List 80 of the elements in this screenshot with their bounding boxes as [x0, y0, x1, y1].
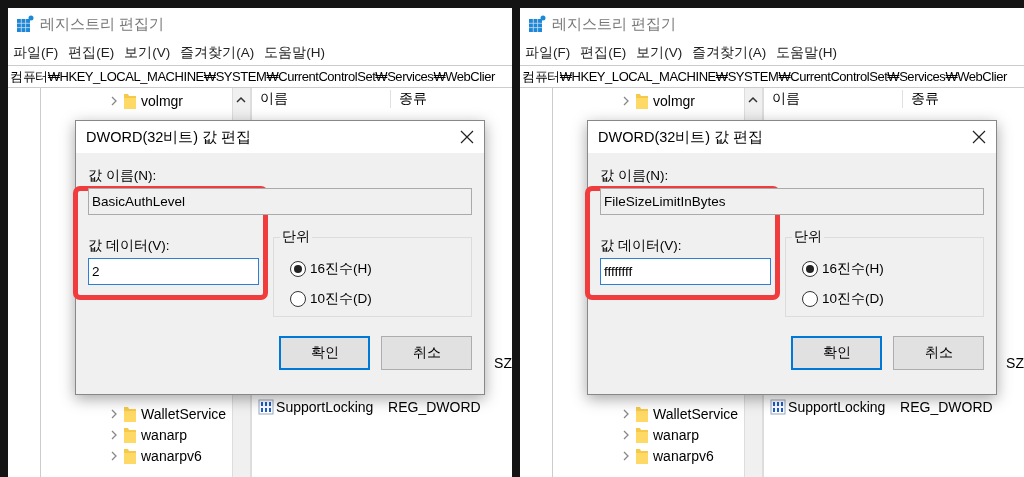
- window-title: 레지스트리 편집기: [552, 14, 677, 34]
- value-data-field[interactable]: 2: [88, 258, 259, 285]
- address-path[interactable]: 컴퓨터₩HKEY_LOCAL_MACHINE₩SYSTEM₩CurrentControlSet₩Services₩WebClier: [10, 67, 495, 86]
- chevron-right-icon[interactable]: [109, 429, 119, 440]
- folder-icon: [123, 404, 137, 423]
- radio-button[interactable]: 10진수(D): [290, 284, 372, 314]
- menu-item[interactable]: 도움말(H): [264, 43, 325, 62]
- dialog-button[interactable]: 취소: [381, 336, 472, 370]
- menu-item[interactable]: 보기(V): [636, 43, 683, 62]
- value-name-field[interactable]: FileSizeLimitInBytes: [600, 188, 984, 215]
- folder-icon: [635, 91, 649, 110]
- tree-item[interactable]: volmgr: [41, 90, 232, 111]
- radio-button[interactable]: 16진수(H): [290, 254, 372, 284]
- radio-button[interactable]: 16진수(H): [802, 254, 884, 284]
- folder-icon: [123, 446, 137, 465]
- column-header[interactable]: 이름: [764, 90, 904, 108]
- value-name[interactable]: SupportLocking: [786, 399, 901, 415]
- menu-item[interactable]: 즐겨찾기(A): [692, 43, 767, 62]
- field-label: 값 이름(N):: [600, 167, 669, 185]
- value-data: SZ: [1006, 355, 1024, 371]
- scroll-up-icon[interactable]: [748, 96, 759, 103]
- menu-item[interactable]: 보기(V): [124, 43, 171, 62]
- binary-value-icon: [258, 399, 275, 415]
- dialog-button[interactable]: 확인: [791, 336, 882, 370]
- tree-item[interactable]: volmgr: [553, 90, 744, 111]
- folder-icon: [123, 425, 137, 444]
- close-icon[interactable]: [972, 130, 986, 144]
- value-type: REG_DWORD: [388, 399, 481, 415]
- tree-item[interactable]: wanarp: [553, 424, 744, 445]
- menu-item[interactable]: 도움말(H): [776, 43, 837, 62]
- chevron-right-icon[interactable]: [109, 95, 119, 106]
- window-title: 레지스트리 편집기: [40, 14, 165, 34]
- chevron-right-icon[interactable]: [621, 95, 631, 106]
- value-type: REG_DWORD: [900, 399, 993, 415]
- radio-button[interactable]: 10진수(D): [802, 284, 884, 314]
- value-data-field[interactable]: ffffffff: [600, 258, 771, 285]
- tree-item[interactable]: wanarpv6: [41, 445, 232, 466]
- dialog-button[interactable]: 취소: [893, 336, 984, 370]
- tree-item[interactable]: wanarp: [41, 424, 232, 445]
- field-label: 값 이름(N):: [88, 167, 157, 185]
- binary-value-icon: [770, 399, 787, 415]
- registry-editor-icon: [528, 15, 546, 33]
- group-title: 단위: [792, 228, 824, 246]
- group-title: 단위: [280, 228, 312, 246]
- registry-editor-icon: [16, 15, 34, 33]
- menu-item[interactable]: 편집(E): [68, 43, 115, 62]
- menu-item[interactable]: 즐겨찾기(A): [180, 43, 255, 62]
- tree-item[interactable]: WalletService: [41, 403, 232, 424]
- dialog-title: DWORD(32비트) 값 편집: [598, 127, 764, 147]
- chevron-right-icon[interactable]: [621, 450, 631, 461]
- folder-icon: [635, 446, 649, 465]
- tree-item[interactable]: WalletService: [553, 403, 744, 424]
- menu-item[interactable]: 파일(F): [525, 43, 571, 62]
- chevron-right-icon[interactable]: [109, 408, 119, 419]
- column-header[interactable]: 종류: [391, 90, 428, 108]
- chevron-right-icon[interactable]: [109, 450, 119, 461]
- value-name[interactable]: SupportLocking: [274, 399, 389, 415]
- menu-item[interactable]: 편집(E): [580, 43, 627, 62]
- scroll-up-icon[interactable]: [236, 96, 247, 103]
- dialog-title: DWORD(32비트) 값 편집: [86, 127, 252, 147]
- value-name-field[interactable]: BasicAuthLevel: [88, 188, 472, 215]
- tree-item[interactable]: wanarpv6: [553, 445, 744, 466]
- field-label: 값 데이터(V):: [88, 237, 170, 255]
- close-icon[interactable]: [460, 130, 474, 144]
- menu-item[interactable]: 파일(F): [13, 43, 59, 62]
- chevron-right-icon[interactable]: [621, 429, 631, 440]
- value-data: SZ: [494, 355, 512, 371]
- folder-icon: [123, 91, 137, 110]
- radio-circle[interactable]: [802, 261, 818, 277]
- column-header[interactable]: 종류: [903, 90, 940, 108]
- radio-circle[interactable]: [290, 291, 306, 307]
- folder-icon: [635, 425, 649, 444]
- folder-icon: [635, 404, 649, 423]
- chevron-right-icon[interactable]: [621, 408, 631, 419]
- address-path[interactable]: 컴퓨터₩HKEY_LOCAL_MACHINE₩SYSTEM₩CurrentControlSet₩Services₩WebClier: [522, 67, 1007, 86]
- column-header[interactable]: 이름: [252, 90, 392, 108]
- radio-circle[interactable]: [290, 261, 306, 277]
- radio-circle[interactable]: [802, 291, 818, 307]
- dialog-button[interactable]: 확인: [279, 336, 370, 370]
- field-label: 값 데이터(V):: [600, 237, 682, 255]
